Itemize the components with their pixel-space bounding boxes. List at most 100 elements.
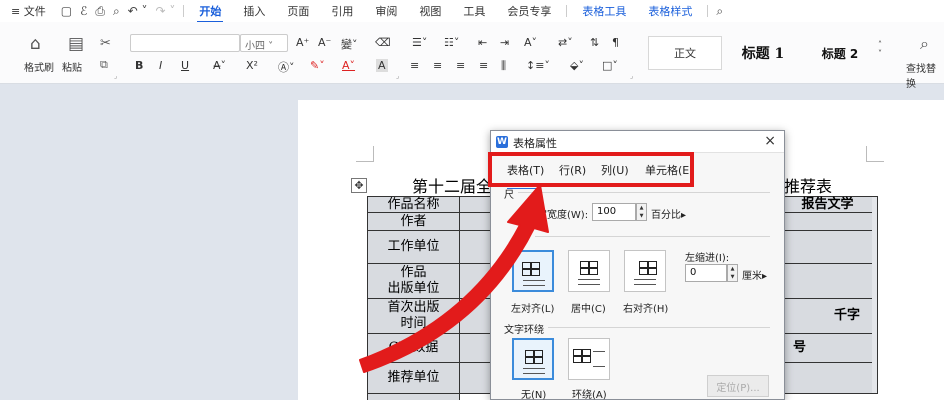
table-cell[interactable] <box>782 230 873 264</box>
font-color-icon[interactable]: A˅ <box>342 59 355 72</box>
chinese-layout-icon[interactable]: A˅ <box>524 36 537 49</box>
underline-button[interactable]: U <box>181 59 189 72</box>
search-icon[interactable]: ⌕ <box>712 4 727 19</box>
left-indent-input[interactable]: 0 <box>685 264 727 282</box>
increase-indent-icon[interactable]: ⇥ <box>500 36 509 49</box>
table-cell[interactable] <box>782 263 873 299</box>
tab-table-tools[interactable]: 表格工具 <box>571 3 637 19</box>
style-heading-1[interactable]: 标题 1 <box>724 36 802 70</box>
indent-unit-select[interactable]: 厘米▸ <box>742 267 767 282</box>
align-right-option[interactable] <box>624 250 666 292</box>
tab-home[interactable]: 开始 <box>188 3 232 23</box>
width-unit-select[interactable]: 百分比▸ <box>651 206 686 221</box>
find-replace-label[interactable]: 查找替换 <box>906 60 944 90</box>
position-button[interactable]: 定位(P)... <box>707 375 769 397</box>
table-cell[interactable] <box>459 212 494 231</box>
table-cell[interactable]: 作品名称 <box>367 196 460 213</box>
phonetic-icon[interactable]: 變˅ <box>341 36 358 52</box>
text-effect-icon[interactable]: Ⓐ˅ <box>278 59 295 75</box>
wrap-around-option[interactable] <box>568 338 610 380</box>
borders-icon[interactable]: □˅ <box>602 59 618 72</box>
print-preview-icon[interactable]: ⌕ <box>109 4 124 19</box>
align-center-icon[interactable]: ≡ <box>433 59 442 72</box>
font-size-combo[interactable]: 小四 ˅ <box>240 34 288 52</box>
line-spacing-icon[interactable]: ↕≡˅ <box>526 59 550 72</box>
align-center-option[interactable] <box>568 250 610 292</box>
align-left-option[interactable] <box>512 250 554 292</box>
bullets-icon[interactable]: ☰˅ <box>412 36 427 49</box>
show-marks-icon[interactable]: ¶ <box>612 36 619 49</box>
shrink-font-icon[interactable]: A⁻ <box>318 36 331 49</box>
table-cell[interactable]: 推荐单位 <box>367 362 460 394</box>
align-right-icon[interactable]: ≡ <box>456 59 465 72</box>
style-heading-2[interactable]: 标题 2 <box>806 36 874 70</box>
table-cell[interactable]: 首次出版 时间 <box>367 298 460 334</box>
cut-icon[interactable]: ✂ <box>100 36 111 51</box>
numbering-icon[interactable]: ☷˅ <box>444 36 459 49</box>
strikethrough-icon[interactable]: A̶˅ <box>213 59 226 72</box>
font-name-combo[interactable] <box>130 34 240 52</box>
justify-icon[interactable]: ≡ <box>479 59 488 72</box>
close-icon[interactable]: × <box>764 133 776 149</box>
format-painter-label[interactable]: 格式刷 <box>24 59 54 74</box>
paste-icon[interactable]: ▤ <box>68 34 84 54</box>
clear-format-icon[interactable]: ⌫ <box>375 36 391 49</box>
styles-scroll-icon[interactable]: ˄ ˅ <box>878 40 882 58</box>
table-cell[interactable]: 报告文学 <box>782 196 873 213</box>
table-cell[interactable]: 作品 出版单位 <box>367 263 460 299</box>
wrap-none-option[interactable] <box>512 338 554 380</box>
dialog-titlebar[interactable]: W 表格属性 × <box>491 131 784 153</box>
table-cell[interactable]: 千字 <box>782 298 873 334</box>
preferred-width-label[interactable]: 定宽度(W): <box>537 206 588 221</box>
italic-button[interactable]: I <box>159 59 162 72</box>
char-shading-icon[interactable]: A <box>376 59 388 72</box>
clipboard-launcher-icon[interactable]: ⌟ <box>114 72 117 80</box>
distribute-icon[interactable]: ⫼ <box>501 59 506 73</box>
table-cell[interactable] <box>459 196 494 213</box>
sort-icon[interactable]: ⇅ <box>590 36 599 49</box>
table-cell[interactable]: 工作单位 <box>367 230 460 264</box>
highlight-icon[interactable]: ✎˅ <box>310 59 325 72</box>
table-cell[interactable] <box>459 362 494 394</box>
tab-page[interactable]: 页面 <box>276 3 320 19</box>
table-cell[interactable] <box>459 298 494 334</box>
table-cell[interactable]: 作者 <box>367 212 460 231</box>
paragraph-launcher-icon[interactable]: ⌟ <box>630 72 633 80</box>
print-icon[interactable]: ⎙ <box>91 4 109 19</box>
tab-member[interactable]: 会员专享 <box>496 3 562 19</box>
tab-review[interactable]: 审阅 <box>364 3 408 19</box>
font-launcher-icon[interactable]: ⌟ <box>396 72 399 80</box>
width-input[interactable]: 100 <box>592 203 636 221</box>
file-menu[interactable]: ≡ 文件 <box>0 3 57 19</box>
bold-button[interactable]: B <box>135 59 143 72</box>
grow-font-icon[interactable]: A⁺ <box>296 36 309 49</box>
undo-icon[interactable]: ↶ ˅ <box>124 4 152 18</box>
tab-references[interactable]: 引用 <box>320 3 364 19</box>
indent-spinner-icon[interactable]: ▲ ▼ <box>727 264 738 282</box>
table-cell[interactable] <box>782 212 873 231</box>
decrease-indent-icon[interactable]: ⇤ <box>478 36 487 49</box>
line-direction-icon[interactable]: ⇄˅ <box>558 36 573 49</box>
redo-icon[interactable]: ↷ ˅ <box>152 4 180 18</box>
table-cell[interactable]: 号 <box>782 333 873 363</box>
table-cell[interactable] <box>459 333 494 363</box>
table-cell[interactable]: CIP数据 <box>367 333 460 363</box>
table-cell[interactable] <box>782 362 873 394</box>
style-normal[interactable]: 正文 <box>648 36 722 70</box>
table-cell[interactable] <box>459 263 494 299</box>
superscript-button[interactable]: X² <box>246 59 258 72</box>
table-cell[interactable] <box>459 230 494 264</box>
tab-tools[interactable]: 工具 <box>452 3 496 19</box>
tab-insert[interactable]: 插入 <box>232 3 276 19</box>
find-replace-icon[interactable]: ⌕ <box>920 34 929 54</box>
copy-icon[interactable]: ⧉ <box>100 58 108 72</box>
align-left-icon[interactable]: ≡ <box>410 59 419 72</box>
tab-view[interactable]: 视图 <box>408 3 452 19</box>
save-icon[interactable]: ▢ <box>57 4 76 18</box>
table-move-handle-icon[interactable]: ✥ <box>351 178 367 193</box>
shading-icon[interactable]: ⬙˅ <box>570 59 584 72</box>
quick-access-icon[interactable]: ℰ <box>76 4 91 18</box>
format-painter-icon[interactable]: ⌂ <box>30 34 41 54</box>
width-spinner-icon[interactable]: ▲ ▼ <box>636 203 647 221</box>
table-cell[interactable] <box>367 393 460 400</box>
